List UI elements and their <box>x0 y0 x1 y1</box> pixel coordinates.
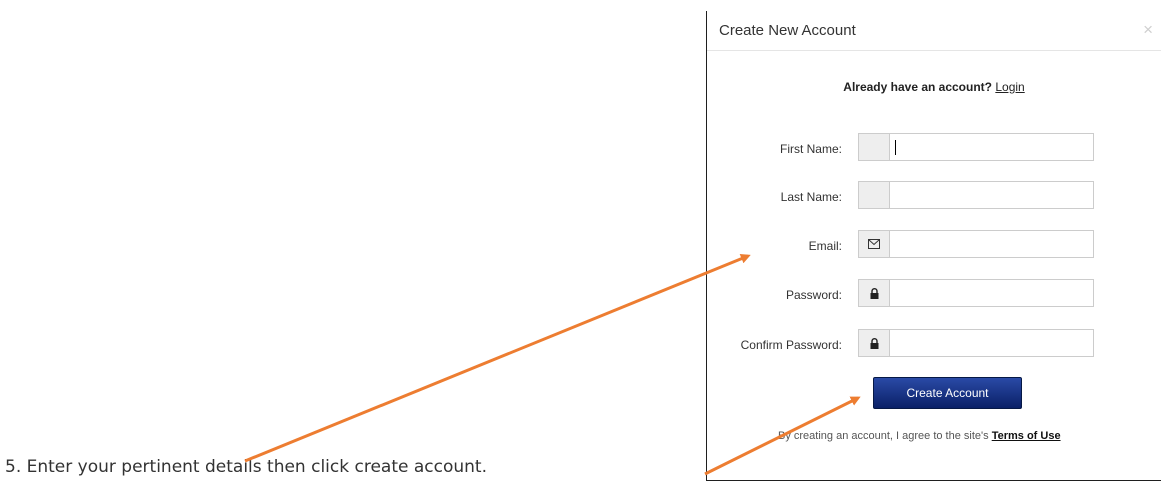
first-name-group <box>858 133 1094 161</box>
last-name-input[interactable] <box>890 182 1093 208</box>
create-account-button[interactable]: Create Account <box>873 377 1022 409</box>
login-prompt-text: Already have an account? <box>843 80 992 94</box>
terms-of-use-link[interactable]: Terms of Use <box>992 430 1061 442</box>
password-input[interactable] <box>890 280 1093 306</box>
first-name-label: First Name: <box>779 142 842 156</box>
email-label: Email: <box>808 239 842 253</box>
confirm-password-label: Confirm Password: <box>740 338 842 352</box>
modal-title: Create New Account <box>719 22 856 39</box>
arrow-to-email <box>244 254 751 463</box>
envelope-icon <box>859 231 890 257</box>
text-cursor <box>895 140 896 155</box>
create-account-modal: Create New Account × Already have an acc… <box>706 11 1161 481</box>
email-input[interactable] <box>890 231 1093 257</box>
login-link[interactable]: Login <box>995 80 1024 94</box>
password-label: Password: <box>785 288 842 302</box>
last-name-addon <box>859 182 890 208</box>
password-row: Password: <box>707 279 1161 309</box>
instruction-text: 5. Enter your pertinent details then cli… <box>5 457 487 477</box>
first-name-input[interactable] <box>890 134 1093 160</box>
terms-notice: By creating an account, I agree to the s… <box>778 430 1061 442</box>
confirm-password-group <box>858 329 1094 357</box>
email-row: Email: <box>707 230 1161 260</box>
first-name-row: First Name: <box>707 133 1161 163</box>
lock-icon <box>859 280 890 306</box>
last-name-row: Last Name: <box>707 181 1161 211</box>
confirm-password-input[interactable] <box>890 330 1093 356</box>
lock-icon <box>859 330 890 356</box>
last-name-label: Last Name: <box>780 190 842 204</box>
modal-header: Create New Account × <box>707 11 1161 51</box>
close-button[interactable]: × <box>1143 21 1153 38</box>
email-group <box>858 230 1094 258</box>
terms-text: By creating an account, I agree to the s… <box>778 430 989 442</box>
first-name-addon <box>859 134 890 160</box>
login-prompt: Already have an account? Login <box>707 80 1161 94</box>
last-name-group <box>858 181 1094 209</box>
confirm-password-row: Confirm Password: <box>707 329 1161 359</box>
password-group <box>858 279 1094 307</box>
